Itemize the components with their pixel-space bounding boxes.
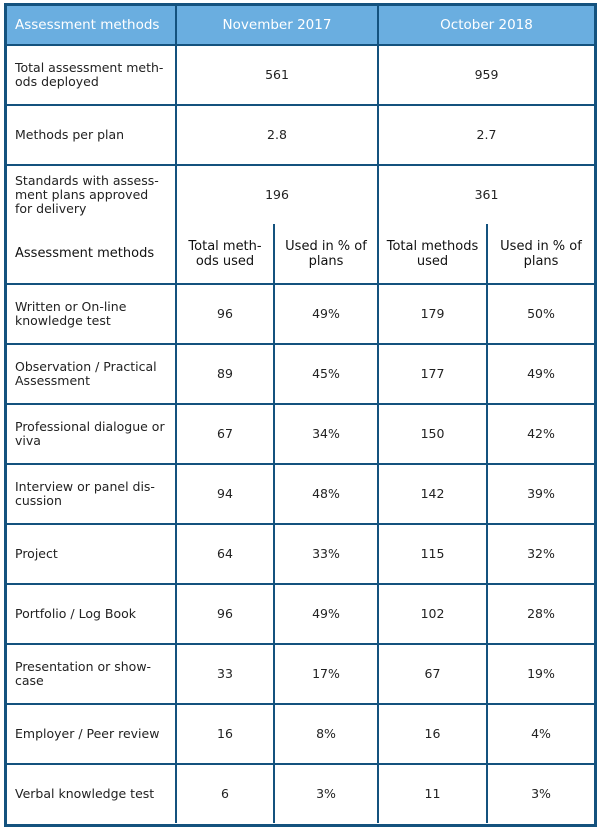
methods-header-row: Assessment methods Total meth-ods used U… <box>6 223 595 285</box>
methods-table: Assessment methods Total meth-ods used U… <box>6 223 595 824</box>
method-label: Observation / Practical Assessment <box>6 343 177 405</box>
summary-table: Assessment methods November 2017 October… <box>6 5 595 225</box>
oct-2018-value: 2.7 <box>377 104 595 166</box>
nov-total-value: 16 <box>175 703 275 765</box>
nov-total-value: 94 <box>175 463 275 525</box>
nov-pct-value: 3% <box>273 763 379 824</box>
oct-total-value: 115 <box>377 523 488 585</box>
method-label: Portfolio / Log Book <box>6 583 177 645</box>
method-row: Observation / Practical Assessment 89 45% 1… <box>6 343 595 405</box>
assessment-methods-table-frame: Assessment methods November 2017 October… <box>4 3 597 827</box>
method-row: Presentation or show-case 33 17% 67 19% <box>6 643 595 705</box>
oct-total-value: 142 <box>377 463 488 525</box>
nov-pct-value: 49% <box>273 283 379 345</box>
nov-total-value: 67 <box>175 403 275 465</box>
nov-total-value: 64 <box>175 523 275 585</box>
summary-row: Total assessment meth-ods deployed 561 959 <box>6 44 595 106</box>
nov-pct-value: 34% <box>273 403 379 465</box>
method-label: Written or On-line knowledge test <box>6 283 177 345</box>
method-label: Interview or panel dis-cussion <box>6 463 177 525</box>
oct-pct-value: 42% <box>486 403 595 465</box>
header-assessment-methods: Assessment methods <box>6 5 177 46</box>
oct-pct-value: 39% <box>486 463 595 525</box>
oct-total-value: 150 <box>377 403 488 465</box>
oct-pct-value: 28% <box>486 583 595 645</box>
nov-pct-value: 33% <box>273 523 379 585</box>
method-row: Interview or panel dis-cussion 94 48% 142 39… <box>6 463 595 525</box>
method-label: Presentation or show-case <box>6 643 177 705</box>
nov-2017-value: 561 <box>175 44 379 106</box>
method-label: Verbal knowledge test <box>6 763 177 824</box>
oct-pct-value: 32% <box>486 523 595 585</box>
method-row: Professional dialogue or viva 67 34% 150 42% <box>6 403 595 465</box>
method-label: Employer / Peer review <box>6 703 177 765</box>
nov-pct-value: 48% <box>273 463 379 525</box>
oct-2018-value: 361 <box>377 164 595 225</box>
nov-pct-value: 49% <box>273 583 379 645</box>
row-label: Total assessment meth-ods deployed <box>6 44 177 106</box>
oct-pct-value: 4% <box>486 703 595 765</box>
nov-2017-value: 196 <box>175 164 379 225</box>
header-nov-total-methods: Total meth-ods used <box>175 223 275 285</box>
nov-pct-value: 8% <box>273 703 379 765</box>
row-label: Standards with assess-ment plans approve… <box>6 164 177 225</box>
oct-total-value: 177 <box>377 343 488 405</box>
oct-total-value: 179 <box>377 283 488 345</box>
header-assessment-methods: Assessment methods <box>6 223 177 285</box>
nov-total-value: 96 <box>175 583 275 645</box>
method-row: Employer / Peer review 16 8% 16 4% <box>6 703 595 765</box>
nov-total-value: 89 <box>175 343 275 405</box>
nov-total-value: 33 <box>175 643 275 705</box>
header-oct-used-pct: Used in % of plans <box>486 223 595 285</box>
oct-total-value: 67 <box>377 643 488 705</box>
method-label: Project <box>6 523 177 585</box>
nov-total-value: 6 <box>175 763 275 824</box>
oct-2018-value: 959 <box>377 44 595 106</box>
summary-row: Standards with assess-ment plans approve… <box>6 164 595 225</box>
header-nov-used-pct: Used in % of plans <box>273 223 379 285</box>
nov-pct-value: 17% <box>273 643 379 705</box>
oct-total-value: 102 <box>377 583 488 645</box>
summary-header-row: Assessment methods November 2017 October… <box>6 5 595 46</box>
method-row: Portfolio / Log Book 96 49% 102 28% <box>6 583 595 645</box>
nov-pct-value: 45% <box>273 343 379 405</box>
oct-pct-value: 3% <box>486 763 595 824</box>
oct-pct-value: 49% <box>486 343 595 405</box>
method-row: Verbal knowledge test 6 3% 11 3% <box>6 763 595 824</box>
method-label: Professional dialogue or viva <box>6 403 177 465</box>
nov-total-value: 96 <box>175 283 275 345</box>
header-october-2018: October 2018 <box>377 5 595 46</box>
oct-pct-value: 19% <box>486 643 595 705</box>
summary-row: Methods per plan 2.8 2.7 <box>6 104 595 166</box>
oct-pct-value: 50% <box>486 283 595 345</box>
oct-total-value: 16 <box>377 703 488 765</box>
method-row: Project 64 33% 115 32% <box>6 523 595 585</box>
oct-total-value: 11 <box>377 763 488 824</box>
row-label: Methods per plan <box>6 104 177 166</box>
method-row: Written or On-line knowledge test 96 49% 17… <box>6 283 595 345</box>
header-oct-total-methods: Total methods used <box>377 223 488 285</box>
nov-2017-value: 2.8 <box>175 104 379 166</box>
header-november-2017: November 2017 <box>175 5 379 46</box>
